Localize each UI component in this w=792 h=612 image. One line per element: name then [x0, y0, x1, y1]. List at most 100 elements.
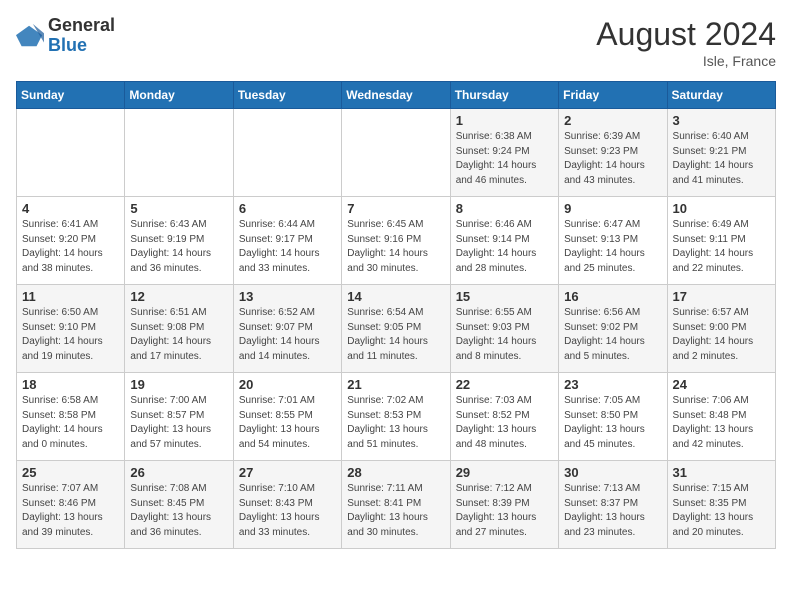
calendar-header-row: SundayMondayTuesdayWednesdayThursdayFrid… [17, 82, 776, 109]
day-number: 30 [564, 465, 661, 480]
calendar-cell: 24 Sunrise: 7:06 AMSunset: 8:48 PMDayligh… [667, 373, 775, 461]
logo-text: General Blue [48, 16, 115, 56]
day-number: 7 [347, 201, 444, 216]
calendar-cell: 6 Sunrise: 6:44 AMSunset: 9:17 PMDaylight… [233, 197, 341, 285]
month-year-title: August 2024 [596, 16, 776, 53]
day-number: 2 [564, 113, 661, 128]
day-number: 18 [22, 377, 119, 392]
day-number: 27 [239, 465, 336, 480]
day-number: 9 [564, 201, 661, 216]
day-info: Sunrise: 6:54 AMSunset: 9:05 PMDaylight:… [347, 306, 444, 364]
calendar-cell: 20 Sunrise: 7:01 AMSunset: 8:55 PMDayligh… [233, 373, 341, 461]
calendar-cell: 19 Sunrise: 7:00 AMSunset: 8:57 PMDayligh… [125, 373, 233, 461]
logo: General Blue [16, 16, 115, 56]
generalblue-logo-icon [16, 22, 44, 50]
day-number: 15 [456, 289, 553, 304]
calendar-cell: 16 Sunrise: 6:56 AMSunset: 9:02 PMDayligh… [559, 285, 667, 373]
day-info: Sunrise: 7:05 AMSunset: 8:50 PMDaylight:… [564, 394, 661, 452]
day-number: 28 [347, 465, 444, 480]
day-info: Sunrise: 6:47 AMSunset: 9:13 PMDaylight:… [564, 218, 661, 276]
calendar-week-row: 18 Sunrise: 6:58 AMSunset: 8:58 PMDayligh… [17, 373, 776, 461]
day-info: Sunrise: 7:06 AMSunset: 8:48 PMDaylight:… [673, 394, 770, 452]
day-info: Sunrise: 6:45 AMSunset: 9:16 PMDaylight:… [347, 218, 444, 276]
day-number: 4 [22, 201, 119, 216]
day-number: 23 [564, 377, 661, 392]
day-number: 19 [130, 377, 227, 392]
day-info: Sunrise: 7:08 AMSunset: 8:45 PMDaylight:… [130, 482, 227, 540]
calendar-cell: 13 Sunrise: 6:52 AMSunset: 9:07 PMDayligh… [233, 285, 341, 373]
day-info: Sunrise: 6:43 AMSunset: 9:19 PMDaylight:… [130, 218, 227, 276]
calendar-cell: 15 Sunrise: 6:55 AMSunset: 9:03 PMDayligh… [450, 285, 558, 373]
calendar-cell: 21Sunrise: 7:02 AMSunset: 8:53 PMDayligh… [342, 373, 450, 461]
day-info: Sunrise: 7:13 AMSunset: 8:37 PMDaylight:… [564, 482, 661, 540]
day-info: Sunrise: 7:07 AMSunset: 8:46 PMDaylight:… [22, 482, 119, 540]
location-subtitle: Isle, France [596, 53, 776, 69]
calendar-cell: 17 Sunrise: 6:57 AMSunset: 9:00 PMDayligh… [667, 285, 775, 373]
calendar-cell [233, 109, 341, 197]
calendar-cell: 14Sunrise: 6:54 AMSunset: 9:05 PMDayligh… [342, 285, 450, 373]
day-info: Sunrise: 6:57 AMSunset: 9:00 PMDaylight:… [673, 306, 770, 364]
calendar-cell: 10Sunrise: 6:49 AMSunset: 9:11 PMDayligh… [667, 197, 775, 285]
day-number: 20 [239, 377, 336, 392]
calendar-table: SundayMondayTuesdayWednesdayThursdayFrid… [16, 81, 776, 549]
calendar-cell: 4 Sunrise: 6:41 AMSunset: 9:20 PMDaylight… [17, 197, 125, 285]
day-info: Sunrise: 6:52 AMSunset: 9:07 PMDaylight:… [239, 306, 336, 364]
day-info: Sunrise: 7:00 AMSunset: 8:57 PMDaylight:… [130, 394, 227, 452]
day-info: Sunrise: 7:03 AMSunset: 8:52 PMDaylight:… [456, 394, 553, 452]
day-number: 24 [673, 377, 770, 392]
calendar-week-row: 4 Sunrise: 6:41 AMSunset: 9:20 PMDaylight… [17, 197, 776, 285]
calendar-week-row: 1Sunrise: 6:38 AMSunset: 9:24 PMDaylight… [17, 109, 776, 197]
day-number: 8 [456, 201, 553, 216]
day-info: Sunrise: 6:41 AMSunset: 9:20 PMDaylight:… [22, 218, 119, 276]
header-saturday: Saturday [667, 82, 775, 109]
day-number: 12 [130, 289, 227, 304]
day-info: Sunrise: 6:51 AMSunset: 9:08 PMDaylight:… [130, 306, 227, 364]
day-info: Sunrise: 6:44 AMSunset: 9:17 PMDaylight:… [239, 218, 336, 276]
calendar-week-row: 25 Sunrise: 7:07 AMSunset: 8:46 PMDayligh… [17, 461, 776, 549]
day-info: Sunrise: 6:49 AMSunset: 9:11 PMDaylight:… [673, 218, 770, 276]
day-info: Sunrise: 6:56 AMSunset: 9:02 PMDaylight:… [564, 306, 661, 364]
day-info: Sunrise: 6:40 AMSunset: 9:21 PMDaylight:… [673, 130, 770, 188]
day-number: 16 [564, 289, 661, 304]
day-info: Sunrise: 7:11 AMSunset: 8:41 PMDaylight:… [347, 482, 444, 540]
calendar-cell: 12 Sunrise: 6:51 AMSunset: 9:08 PMDayligh… [125, 285, 233, 373]
day-number: 5 [130, 201, 227, 216]
calendar-cell: 25 Sunrise: 7:07 AMSunset: 8:46 PMDayligh… [17, 461, 125, 549]
header-friday: Friday [559, 82, 667, 109]
calendar-cell [125, 109, 233, 197]
header-sunday: Sunday [17, 82, 125, 109]
header-tuesday: Tuesday [233, 82, 341, 109]
calendar-cell: 11Sunrise: 6:50 AMSunset: 9:10 PMDayligh… [17, 285, 125, 373]
day-number: 29 [456, 465, 553, 480]
day-info: Sunrise: 7:15 AMSunset: 8:35 PMDaylight:… [673, 482, 770, 540]
day-number: 1 [456, 113, 553, 128]
page-header: General Blue August 2024 Isle, France [16, 16, 776, 69]
day-number: 22 [456, 377, 553, 392]
calendar-cell: 27 Sunrise: 7:10 AMSunset: 8:43 PMDayligh… [233, 461, 341, 549]
calendar-cell: 29 Sunrise: 7:12 AMSunset: 8:39 PMDayligh… [450, 461, 558, 549]
calendar-cell: 7 Sunrise: 6:45 AMSunset: 9:16 PMDaylight… [342, 197, 450, 285]
day-number: 31 [673, 465, 770, 480]
calendar-cell: 31 Sunrise: 7:15 AMSunset: 8:35 PMDayligh… [667, 461, 775, 549]
day-number: 17 [673, 289, 770, 304]
header-monday: Monday [125, 82, 233, 109]
day-info: Sunrise: 6:50 AMSunset: 9:10 PMDaylight:… [22, 306, 119, 364]
day-number: 6 [239, 201, 336, 216]
day-info: Sunrise: 7:10 AMSunset: 8:43 PMDaylight:… [239, 482, 336, 540]
calendar-cell: 8Sunrise: 6:46 AMSunset: 9:14 PMDaylight… [450, 197, 558, 285]
calendar-cell: 5 Sunrise: 6:43 AMSunset: 9:19 PMDaylight… [125, 197, 233, 285]
day-info: Sunrise: 7:01 AMSunset: 8:55 PMDaylight:… [239, 394, 336, 452]
day-number: 26 [130, 465, 227, 480]
calendar-cell: 9 Sunrise: 6:47 AMSunset: 9:13 PMDaylight… [559, 197, 667, 285]
calendar-cell [342, 109, 450, 197]
day-info: Sunrise: 6:58 AMSunset: 8:58 PMDaylight:… [22, 394, 119, 452]
day-number: 13 [239, 289, 336, 304]
calendar-cell: 18 Sunrise: 6:58 AMSunset: 8:58 PMDayligh… [17, 373, 125, 461]
day-number: 3 [673, 113, 770, 128]
calendar-cell: 26 Sunrise: 7:08 AMSunset: 8:45 PMDayligh… [125, 461, 233, 549]
day-info: Sunrise: 7:12 AMSunset: 8:39 PMDaylight:… [456, 482, 553, 540]
day-info: Sunrise: 6:55 AMSunset: 9:03 PMDaylight:… [456, 306, 553, 364]
calendar-week-row: 11Sunrise: 6:50 AMSunset: 9:10 PMDayligh… [17, 285, 776, 373]
day-number: 25 [22, 465, 119, 480]
calendar-cell: 28 Sunrise: 7:11 AMSunset: 8:41 PMDayligh… [342, 461, 450, 549]
